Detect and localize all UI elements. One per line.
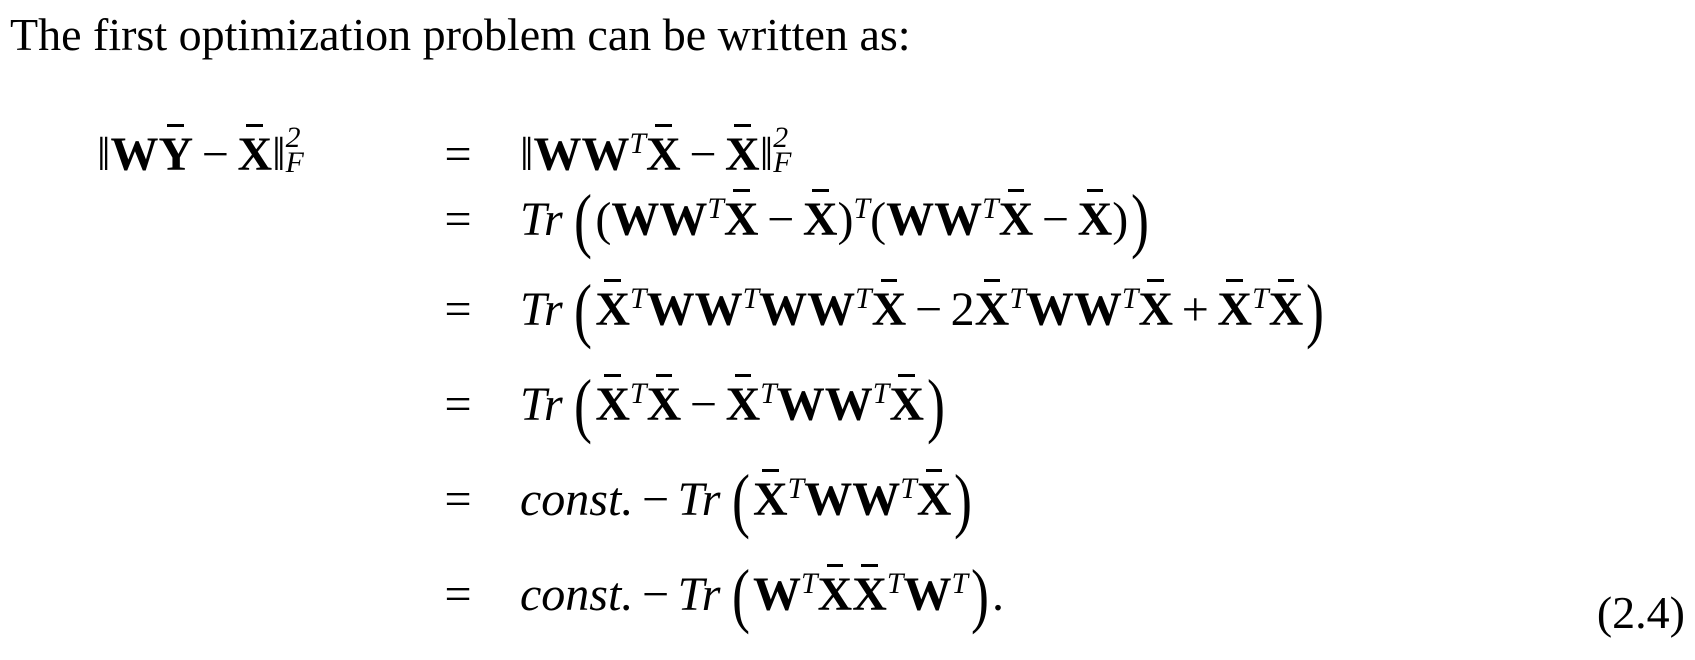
equals-sign-3: = — [444, 283, 472, 336]
equation-row-1: ‖WWTX − X‖ 2 F — [520, 123, 791, 185]
equation-row-3: Tr (XTWWTWWTX −2XTWWTX + XTX) — [520, 269, 1325, 350]
equals-sign-1: = — [444, 128, 472, 181]
equation-row-2: Tr ((WWTX − X)T(WWTX − X)) — [520, 179, 1150, 260]
equation-row-6: const. − Tr (WTXXTWT). — [520, 554, 1004, 635]
equation-number: (2.4) — [1596, 587, 1685, 638]
equals-sign-5: = — [444, 473, 472, 526]
intro-sentence: The first optimization problem can be wr… — [10, 9, 911, 60]
equals-sign-6: = — [444, 568, 472, 621]
equation-row-4: Tr (XTX − XTWWTX) — [520, 364, 945, 445]
equals-sign-4: = — [444, 378, 472, 431]
equals-sign-2: = — [444, 193, 472, 246]
equation-row-5: const. − Tr (XTWWTX) — [520, 459, 973, 540]
equation-lhs: ‖WY − X‖ 2 F — [97, 123, 304, 185]
